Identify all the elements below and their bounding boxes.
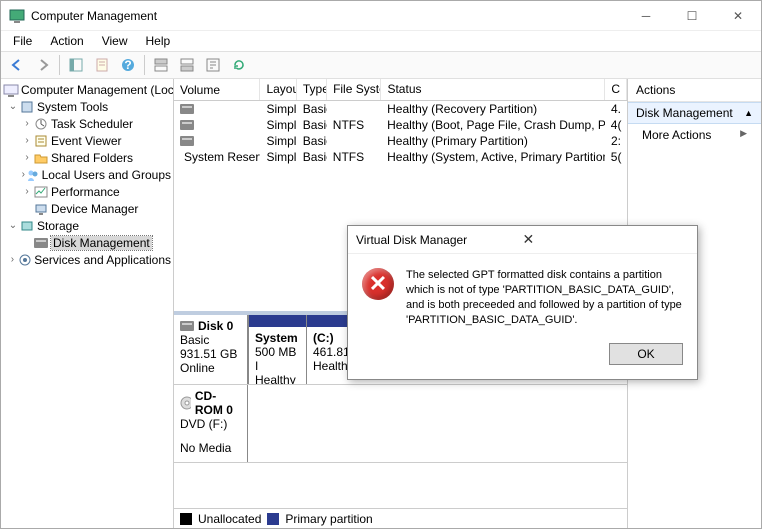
menu-view[interactable]: View [94, 32, 136, 50]
minimize-button[interactable]: ─ [623, 1, 669, 31]
actions-header: Actions [628, 79, 761, 102]
dialog-title: Virtual Disk Manager [356, 233, 523, 247]
volume-list-header[interactable]: Volume Layout Type File System Status C [174, 79, 627, 101]
tree-services-apps[interactable]: ›Services and Applications [3, 251, 171, 268]
tree-root[interactable]: Computer Management (Local [3, 81, 171, 98]
disk-info[interactable]: CD-ROM 0 DVD (F:) No Media [174, 385, 248, 462]
menu-help[interactable]: Help [138, 32, 179, 50]
partition[interactable]: System 500 MB I Healthy [248, 315, 306, 384]
disk-info[interactable]: Disk 0 Basic 931.51 GB Online [174, 315, 248, 384]
settings-button[interactable] [201, 53, 225, 77]
maximize-button[interactable]: ☐ [669, 1, 715, 31]
volume-row[interactable]: SimpleBasicHealthy (Recovery Partition)4… [174, 101, 627, 117]
ok-button[interactable]: OK [609, 343, 683, 365]
dialog-titlebar[interactable]: Virtual Disk Manager ✕ [348, 226, 697, 254]
forward-button[interactable] [31, 53, 55, 77]
tree-disk-management[interactable]: Disk Management [3, 234, 171, 251]
volume-row[interactable]: SimpleBasicNTFSHealthy (Boot, Page File,… [174, 117, 627, 133]
navigation-tree[interactable]: Computer Management (Local ⌄System Tools… [1, 79, 174, 528]
actions-context[interactable]: Disk Management ▲ [628, 102, 761, 124]
show-hide-tree-button[interactable] [64, 53, 88, 77]
col-layout[interactable]: Layout [260, 79, 296, 100]
disk-icon [34, 238, 48, 248]
col-type[interactable]: Type [297, 79, 327, 100]
back-button[interactable] [5, 53, 29, 77]
tree-storage[interactable]: ⌄Storage [3, 217, 171, 234]
tree-task-scheduler[interactable]: ›Task Scheduler [3, 115, 171, 132]
col-status[interactable]: Status [381, 79, 604, 100]
titlebar[interactable]: Computer Management ─ ☐ ✕ [1, 1, 761, 31]
volume-icon [180, 120, 194, 130]
refresh-button[interactable] [227, 53, 251, 77]
legend-unallocated-label: Unallocated [198, 512, 261, 526]
actions-more[interactable]: More Actions ▶ [628, 124, 761, 146]
disk-row[interactable]: CD-ROM 0 DVD (F:) No Media [174, 385, 627, 463]
tree-shared-folders[interactable]: ›Shared Folders [3, 149, 171, 166]
col-filesystem[interactable]: File System [327, 79, 381, 100]
chevron-right-icon: ▶ [740, 128, 747, 139]
legend-primary-label: Primary partition [285, 512, 372, 526]
volume-icon [180, 136, 194, 146]
disk-icon [180, 321, 194, 331]
error-icon: ✕ [362, 268, 394, 300]
properties-button[interactable] [90, 53, 114, 77]
volume-row[interactable]: System Reserved SimpleBasicNTFSHealthy (… [174, 149, 627, 165]
tree-device-manager[interactable]: Device Manager [3, 200, 171, 217]
cdrom-icon [180, 396, 191, 410]
col-capacity[interactable]: C [605, 79, 627, 100]
window-title: Computer Management [31, 9, 623, 23]
menu-action[interactable]: Action [42, 32, 91, 50]
volume-icon [180, 104, 194, 114]
collapse-icon: ▲ [744, 108, 753, 118]
close-button[interactable]: ✕ [715, 1, 761, 31]
legend-unallocated-swatch [180, 513, 192, 525]
volume-row[interactable]: SimpleBasicHealthy (Primary Partition)2: [174, 133, 627, 149]
tree-event-viewer[interactable]: ›Event Viewer [3, 132, 171, 149]
dialog-message: The selected GPT formatted disk contains… [406, 268, 683, 327]
svg-text:?: ? [124, 58, 131, 72]
dialog-close-button[interactable]: ✕ [523, 231, 690, 248]
menu-file[interactable]: File [5, 32, 40, 50]
help-button[interactable]: ? [116, 53, 140, 77]
app-icon [9, 8, 25, 24]
legend: Unallocated Primary partition [174, 508, 627, 528]
col-volume[interactable]: Volume [174, 79, 260, 100]
tree-local-users[interactable]: ›Local Users and Groups [3, 166, 171, 183]
legend-primary-swatch [267, 513, 279, 525]
menubar: File Action View Help [1, 31, 761, 51]
view-bottom-button[interactable] [175, 53, 199, 77]
toolbar: ? [1, 51, 761, 79]
tree-performance[interactable]: ›Performance [3, 183, 171, 200]
view-top-button[interactable] [149, 53, 173, 77]
error-dialog: Virtual Disk Manager ✕ ✕ The selected GP… [347, 225, 698, 380]
tree-system-tools[interactable]: ⌄System Tools [3, 98, 171, 115]
